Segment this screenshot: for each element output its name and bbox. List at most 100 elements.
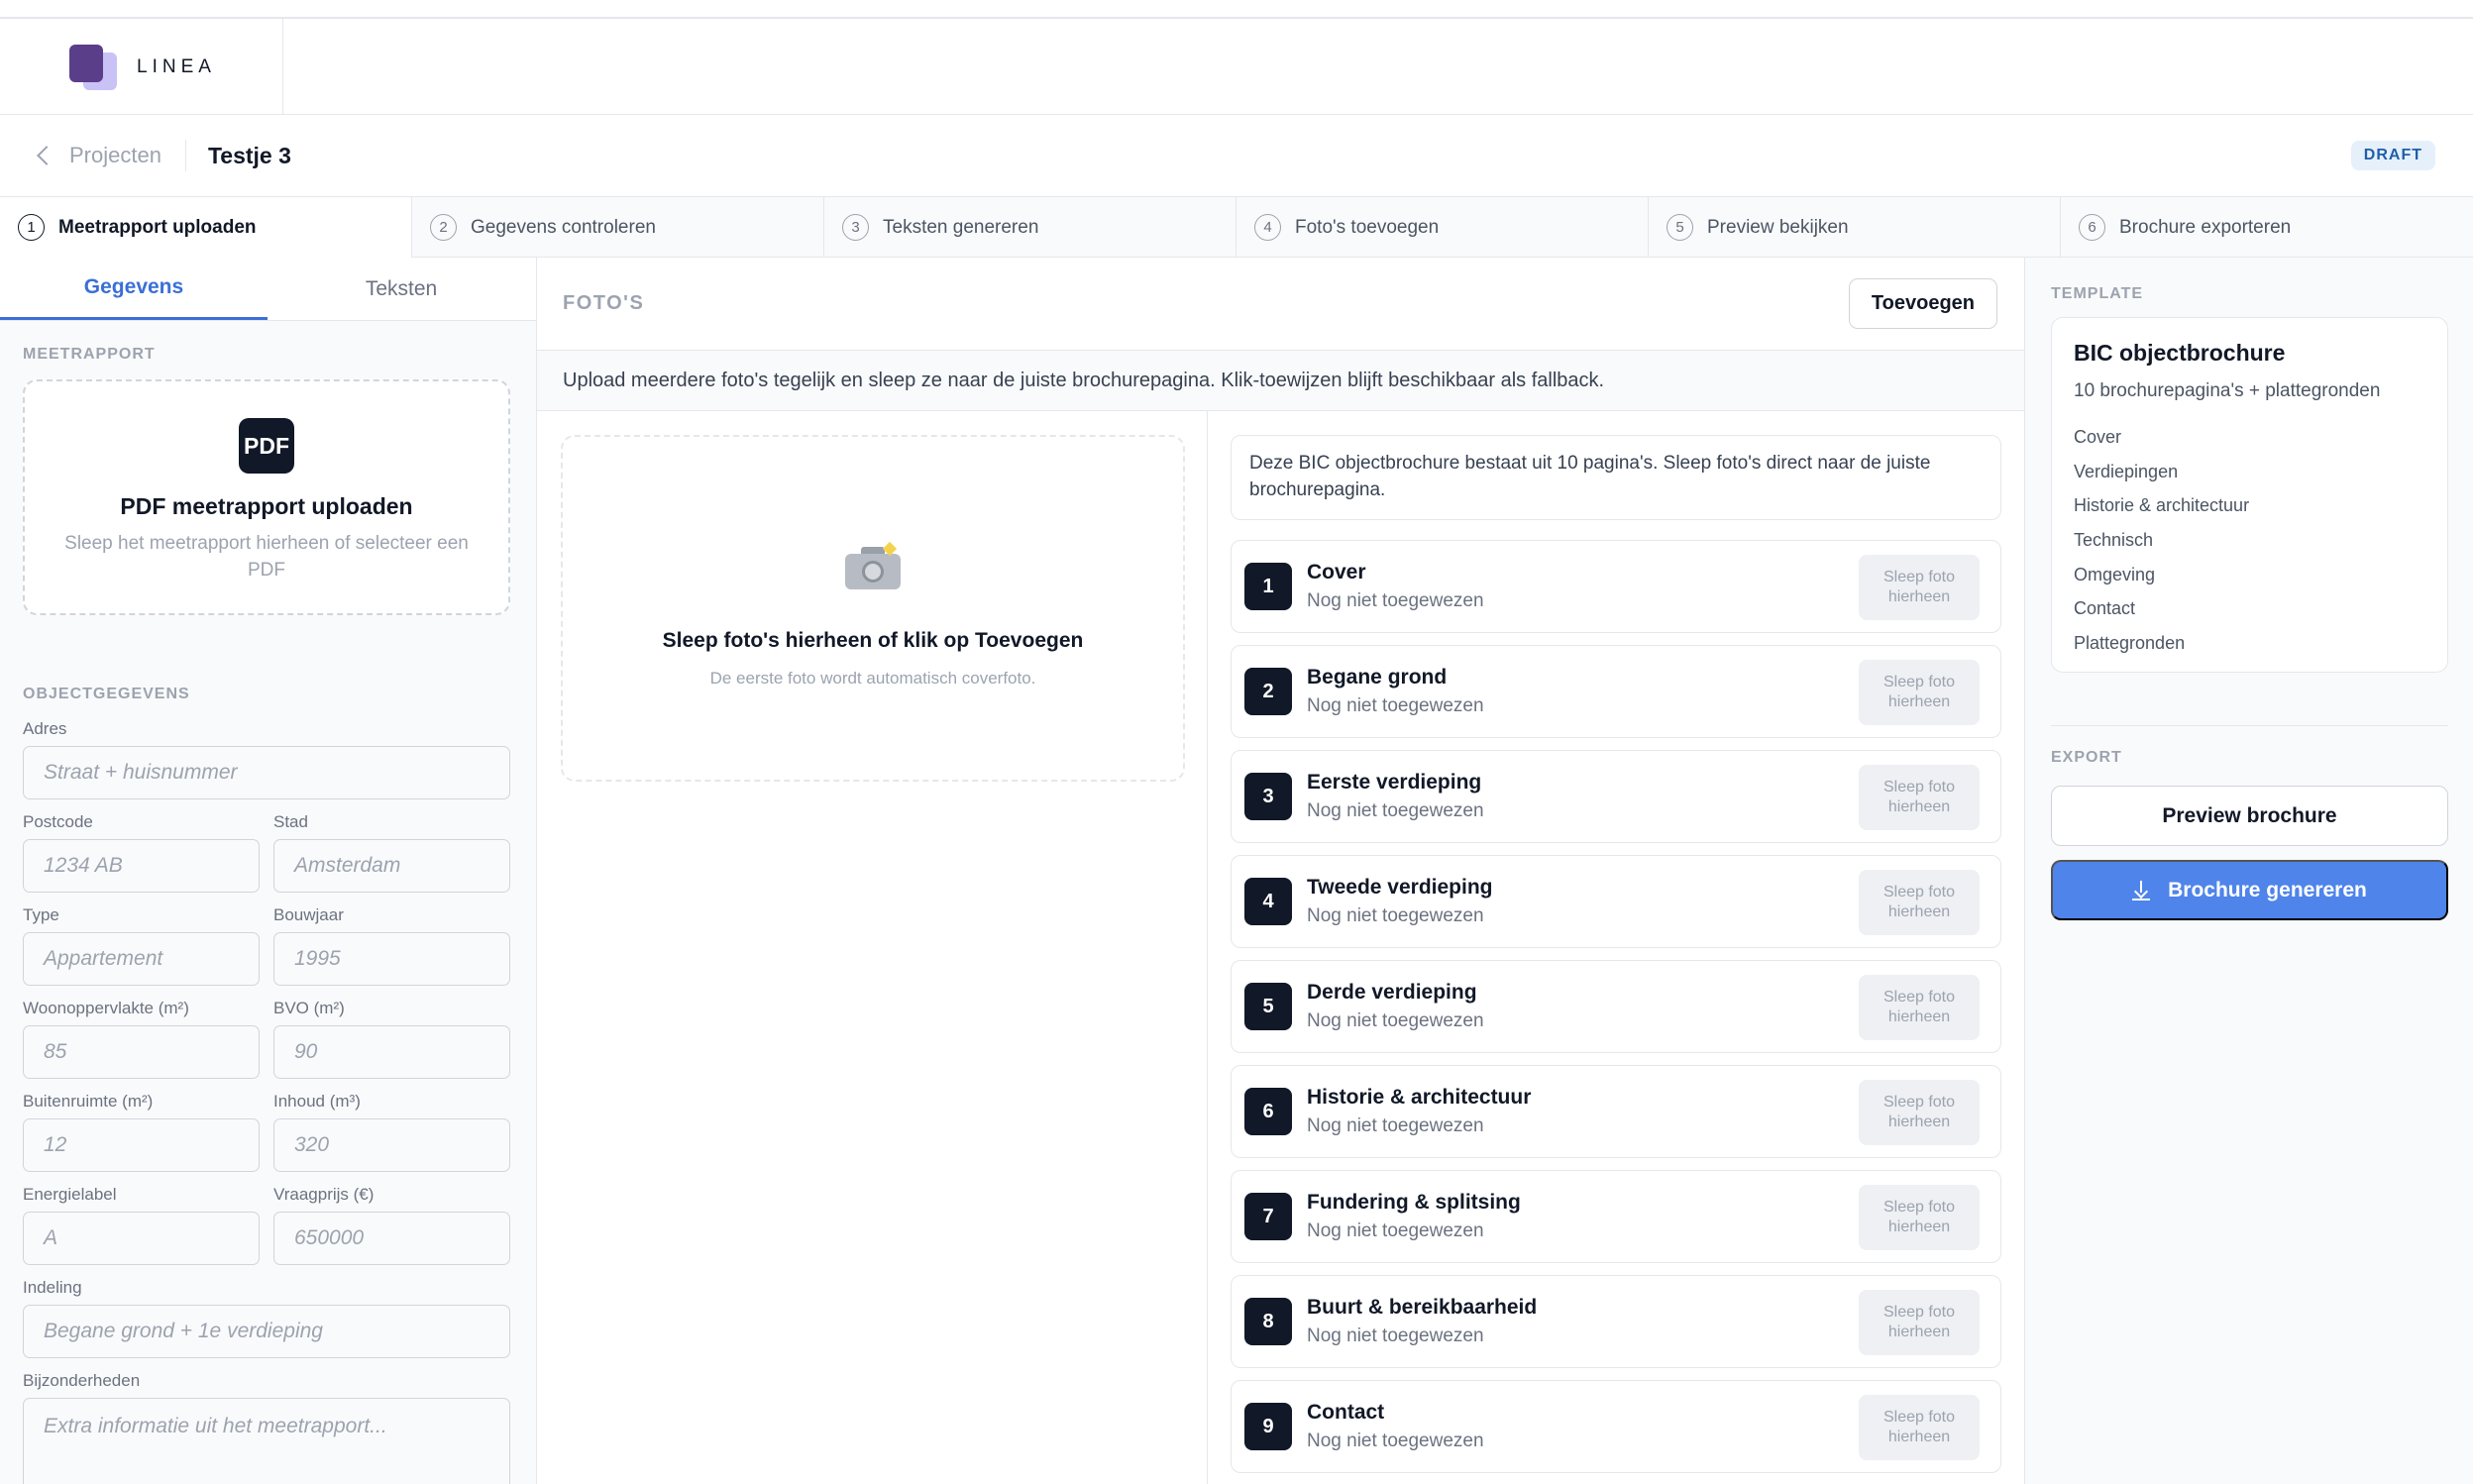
page-number: 5	[1244, 983, 1292, 1030]
step-label: Preview bekijken	[1707, 216, 1849, 238]
photos-header: FOTO'S Toevoegen	[537, 258, 2024, 351]
export-section-label: EXPORT	[2051, 749, 2122, 766]
photo-drop-slot[interactable]: Sleep foto hierheen	[1859, 975, 1980, 1040]
divider	[184, 140, 186, 171]
photo-drop-slot[interactable]: Sleep foto hierheen	[1859, 660, 1980, 725]
woonoppervlakte-input[interactable]: 85	[23, 1025, 260, 1079]
indeling-input[interactable]: Begane grond + 1e verdieping	[23, 1305, 510, 1358]
photo-dropzone[interactable]: Sleep foto's hierheen of klik op Toevoeg…	[561, 435, 1185, 782]
add-photos-button[interactable]: Toevoegen	[1848, 278, 1997, 329]
energielabel-input[interactable]: A	[23, 1212, 260, 1265]
step-number: 3	[842, 214, 869, 241]
page-name: Buurt & bereikbaarheid	[1307, 1296, 1538, 1319]
template-section-item: Plattegronden	[2074, 633, 2186, 654]
adres-input[interactable]: Straat + huisnummer	[23, 746, 510, 799]
page-status: Nog niet toegewezen	[1307, 1010, 1484, 1031]
field-label: Inhoud (m³)	[273, 1092, 361, 1111]
step-brochure-exporteren[interactable]: 6 Brochure exporteren	[2061, 197, 2473, 258]
postcode-input[interactable]: 1234 AB	[23, 839, 260, 893]
step-meetrapport-uploaden[interactable]: 1 Meetrapport uploaden	[0, 197, 412, 258]
page-status: Nog niet toegewezen	[1307, 1431, 1484, 1451]
photo-drop-slot[interactable]: Sleep foto hierheen	[1859, 1080, 1980, 1145]
buitenruimte-input[interactable]: 12	[23, 1118, 260, 1172]
photo-drop-slot[interactable]: Sleep foto hierheen	[1859, 1395, 1980, 1460]
brochure-page-item: 8 Buurt & bereikbaarheid Nog niet toegewez…	[1231, 1275, 2001, 1368]
template-card[interactable]: BIC objectbrochure 10 brochurepagina's +…	[2051, 317, 2448, 673]
dropzone-title: Sleep foto's hierheen of klik op Toevoeg…	[662, 629, 1084, 652]
app-header: LINEA	[0, 19, 2473, 115]
page-status: Nog niet toegewezen	[1307, 1115, 1484, 1136]
back-to-projects-link[interactable]: Projecten	[36, 143, 161, 168]
page-name: Eerste verdieping	[1307, 771, 1482, 794]
photo-drop-slot[interactable]: Sleep foto hierheen	[1859, 1290, 1980, 1355]
template-section-item: Technisch	[2074, 530, 2154, 551]
brochure-page-item: 2 Begane grond Nog niet toegewezen Sleep fo…	[1231, 645, 2001, 738]
step-fotos-toevoegen[interactable]: 4 Foto's toevoegen	[1236, 197, 1649, 258]
bijzonderheden-textarea[interactable]: Extra informatie uit het meetrapport...	[23, 1398, 510, 1484]
template-sections: Cover Verdiepingen Historie & architectu…	[2074, 420, 2425, 661]
photos-title: FOTO'S	[563, 292, 645, 314]
field-label: Bouwjaar	[273, 905, 344, 924]
template-section-item: Historie & architectuur	[2074, 495, 2250, 516]
window-top-border	[0, 0, 2473, 19]
page-number: 3	[1244, 773, 1292, 820]
photos-panel: FOTO'S Toevoegen Upload meerdere foto's …	[537, 258, 2025, 1484]
step-label: Meetrapport uploaden	[58, 216, 257, 238]
brochure-page-item: 7 Fundering & splitsing Nog niet toegeweze…	[1231, 1170, 2001, 1263]
step-label: Brochure exporteren	[2119, 216, 2292, 238]
stad-input[interactable]: Amsterdam	[273, 839, 510, 893]
field-label: Woonoppervlakte (m²)	[23, 999, 189, 1017]
status-badge: DRAFT	[2350, 141, 2435, 170]
pdf-upload-dropzone[interactable]: PDF PDF meetrapport uploaden Sleep het m…	[23, 379, 510, 615]
field-label: Buitenruimte (m²)	[23, 1092, 154, 1111]
brochure-page-item: 3 Eerste verdieping Nog niet toegewezen Sle…	[1231, 750, 2001, 843]
page-number: 2	[1244, 668, 1292, 715]
generate-brochure-button[interactable]: Brochure genereren	[2051, 860, 2448, 920]
page-status: Nog niet toegewezen	[1307, 1220, 1484, 1241]
brochure-page-item: 5 Derde verdieping Nog niet toegewezen Slee…	[1231, 960, 2001, 1053]
step-gegevens-controleren[interactable]: 2 Gegevens controleren	[412, 197, 824, 258]
brochure-page-item: 4 Tweede verdieping Nog niet toegewezen Sle…	[1231, 855, 2001, 948]
brand[interactable]: LINEA	[0, 19, 283, 115]
pdf-icon: PDF	[239, 418, 294, 474]
step-teksten-genereren[interactable]: 3 Teksten genereren	[824, 197, 1236, 258]
back-label: Projecten	[69, 143, 161, 167]
type-input[interactable]: Appartement	[23, 932, 260, 986]
page-status: Nog niet toegewezen	[1307, 905, 1484, 926]
camera-icon	[845, 541, 901, 589]
wizard-steps: 1 Meetrapport uploaden 2 Gegevens controle…	[0, 197, 2473, 258]
brochure-pages-list: 1 Cover Nog niet toegewezen Sleep foto hier…	[1231, 540, 2001, 1484]
template-name: BIC objectbrochure	[2074, 340, 2286, 366]
page-name: Historie & architectuur	[1307, 1086, 1532, 1109]
step-preview-bekijken[interactable]: 5 Preview bekijken	[1649, 197, 2061, 258]
step-label: Foto's toevoegen	[1295, 216, 1440, 238]
template-section-item: Cover	[2074, 427, 2122, 447]
page-status: Nog niet toegewezen	[1307, 695, 1484, 716]
page-name: Cover	[1307, 561, 1366, 583]
bvo-input[interactable]: 90	[273, 1025, 510, 1079]
brochure-page-item: 9 Contact Nog niet toegewezen Sleep foto hi…	[1231, 1380, 2001, 1473]
field-label: Bijzonderheden	[23, 1371, 141, 1390]
inhoud-input[interactable]: 320	[273, 1118, 510, 1172]
project-title: Testje 3	[207, 142, 291, 168]
tab-teksten[interactable]: Teksten	[268, 258, 535, 320]
vraagprijs-input[interactable]: 650000	[273, 1212, 510, 1265]
divider	[1207, 411, 1208, 1484]
field-label: Indeling	[23, 1278, 82, 1297]
bouwjaar-input[interactable]: 1995	[273, 932, 510, 986]
page-number: 9	[1244, 1403, 1292, 1450]
photo-drop-slot[interactable]: Sleep foto hierheen	[1859, 765, 1980, 830]
field-label: Stad	[273, 812, 308, 831]
step-number: 2	[430, 214, 457, 241]
photo-drop-slot[interactable]: Sleep foto hierheen	[1859, 870, 1980, 935]
photo-drop-slot[interactable]: Sleep foto hierheen	[1859, 555, 1980, 620]
template-subtitle: 10 brochurepagina's + plattegronden	[2074, 380, 2381, 401]
photo-drop-slot[interactable]: Sleep foto hierheen	[1859, 1185, 1980, 1250]
tab-gegevens[interactable]: Gegevens	[0, 258, 268, 320]
preview-brochure-button[interactable]: Preview brochure	[2051, 786, 2448, 846]
step-number: 5	[1667, 214, 1693, 241]
field-label: BVO (m²)	[273, 999, 345, 1017]
field-label: Adres	[23, 719, 67, 738]
template-section-item: Omgeving	[2074, 564, 2156, 584]
divider	[2051, 725, 2448, 726]
